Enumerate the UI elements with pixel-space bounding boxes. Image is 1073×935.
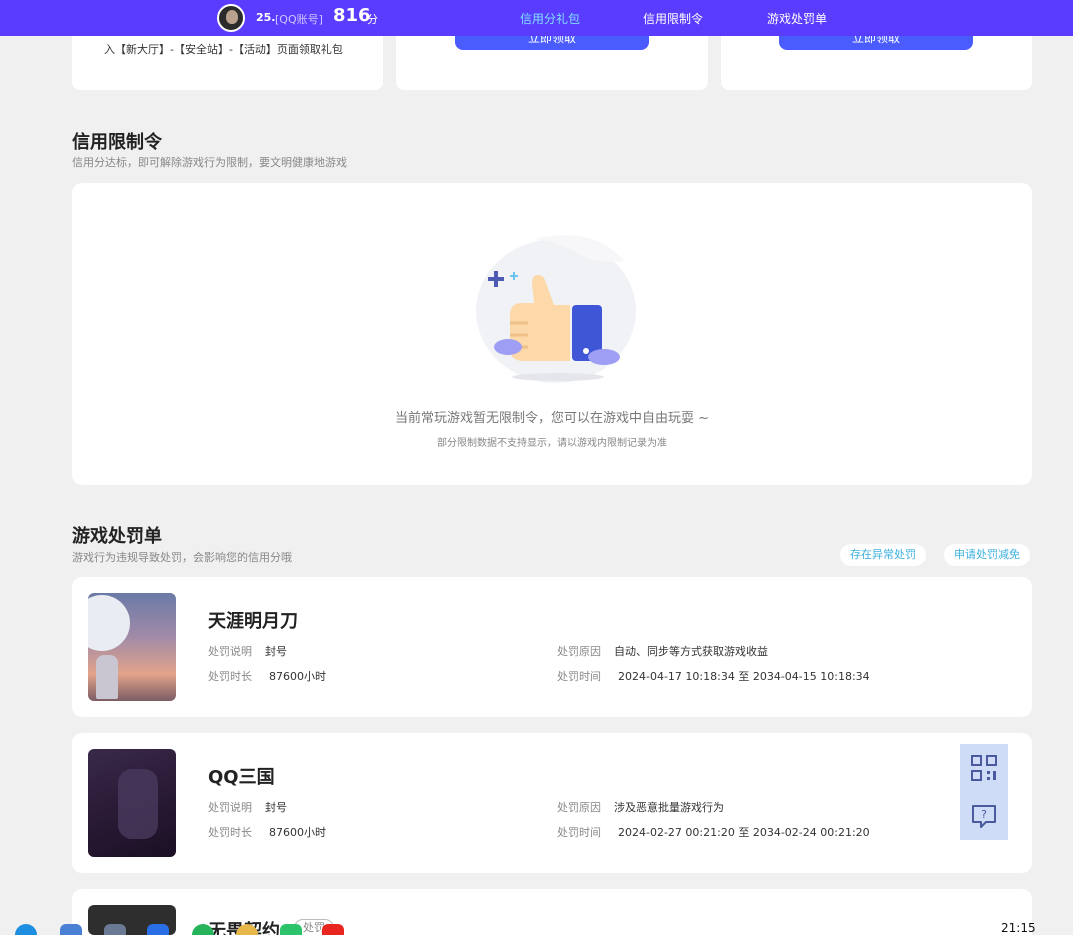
qrcode-icon[interactable] (960, 744, 1008, 792)
game-name: QQ三国 (208, 767, 275, 788)
game-cover-image (88, 749, 176, 857)
duration-value: 87600小时 (269, 826, 326, 839)
desc-value: 封号 (265, 645, 287, 658)
dispute-penalty-button[interactable]: 存在异常处罚 (840, 544, 926, 566)
restriction-empty-card: 当前常玩游戏暂无限制令，您可以在游戏中自由玩耍 ~ 部分限制数据不支持显示，请以… (72, 183, 1032, 485)
gift-card-1-text: 入【新大厅】-【安全站】-【活动】页面领取礼包 (104, 43, 343, 56)
nav-penalty[interactable]: 游戏处罚单 (767, 10, 827, 27)
reduce-penalty-button[interactable]: 申请处罚减免 (944, 544, 1030, 566)
game-name: 天涯明月刀 (208, 611, 298, 632)
time-label: 处罚时间 (557, 826, 601, 839)
time-value: 2024-02-27 00:21:20 至 2034-02-24 00:21:2… (618, 826, 870, 839)
game-cover-image (88, 593, 176, 701)
svg-text:?: ? (981, 808, 987, 821)
duration-label: 处罚时长 (208, 670, 252, 683)
penalty-subtitle: 游戏行为违规导致处罚，会影响您的信用分哦 (72, 551, 292, 564)
account-type: [QQ账号] (275, 13, 323, 26)
top-header: 25. [QQ账号] 816 分 信用分礼包 信用限制令 游戏处罚单 (0, 0, 1073, 36)
penalty-card: 天涯明月刀 处罚说明 封号 处罚原因 自动、同步等方式获取游戏收益 处罚时长 8… (72, 577, 1032, 717)
nav-restriction[interactable]: 信用限制令 (643, 10, 703, 27)
time-value: 2024-04-17 10:18:34 至 2034-04-15 10:18:3… (618, 670, 870, 683)
user-rank: 25. (256, 11, 276, 24)
user-avatar[interactable] (217, 4, 245, 32)
empty-note: 部分限制数据不支持显示，请以游戏内限制记录为准 (437, 438, 667, 449)
chat-icon[interactable] (280, 924, 302, 935)
penalty-title: 游戏处罚单 (72, 526, 162, 547)
reason-value: 自动、同步等方式获取游戏收益 (614, 645, 768, 658)
nav-credit-gift[interactable]: 信用分礼包 (520, 10, 580, 27)
credit-score: 816 (333, 5, 371, 26)
restriction-title: 信用限制令 (72, 132, 162, 153)
penalty-card: QQ三国 处罚说明 封号 处罚原因 涉及恶意批量游戏行为 处罚时长 87600小… (72, 733, 1032, 873)
penalty-card: 无畏契约 处罚 (72, 889, 1032, 935)
app-icon[interactable] (147, 924, 169, 935)
time-label: 处罚时间 (557, 670, 601, 683)
score-unit: 分 (367, 13, 378, 26)
reason-label: 处罚原因 (557, 645, 601, 658)
thumbs-up-illustration (476, 235, 636, 383)
side-toolbar: ? (960, 744, 1008, 840)
duration-label: 处罚时长 (208, 826, 252, 839)
duration-value: 87600小时 (269, 670, 326, 683)
desc-label: 处罚说明 (208, 645, 252, 658)
taskbar-clock: 21:15 (1001, 921, 1036, 935)
restriction-subtitle: 信用分达标，即可解除游戏行为限制，要文明健康地游戏 (72, 156, 347, 169)
app-icon[interactable] (322, 924, 344, 935)
desc-label: 处罚说明 (208, 801, 252, 814)
feedback-icon[interactable]: ? (960, 792, 1008, 840)
notepad-icon[interactable] (60, 924, 82, 935)
browser-icon[interactable] (15, 924, 37, 935)
calculator-icon[interactable] (104, 924, 126, 935)
reason-value: 涉及恶意批量游戏行为 (614, 801, 724, 814)
reason-label: 处罚原因 (557, 801, 601, 814)
desc-value: 封号 (265, 801, 287, 814)
empty-message: 当前常玩游戏暂无限制令，您可以在游戏中自由玩耍 ~ (394, 411, 710, 426)
